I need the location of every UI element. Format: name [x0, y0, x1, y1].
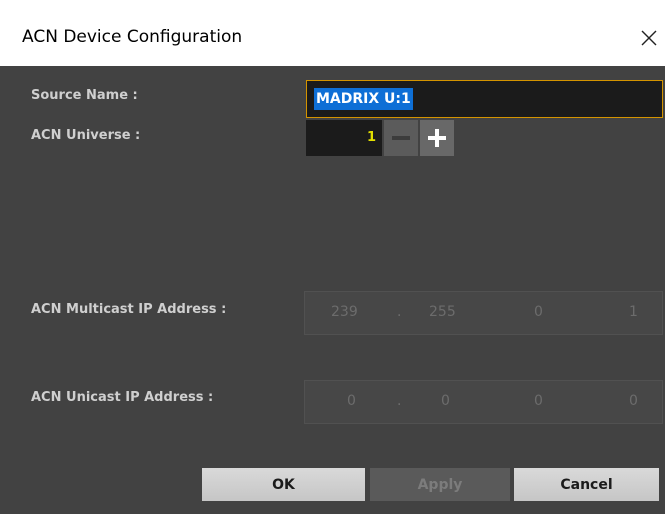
multicast-ip-octet-1: 239	[331, 304, 358, 320]
source-name-label: Source Name :	[31, 88, 138, 103]
cancel-button[interactable]: Cancel	[514, 468, 659, 501]
apply-button[interactable]: Apply	[370, 468, 510, 501]
universe-increment-button[interactable]	[420, 120, 454, 156]
unicast-ip-octet-3: 0	[534, 393, 543, 409]
close-button[interactable]	[633, 22, 665, 54]
source-name-input[interactable]: MADRIX U:1	[306, 80, 663, 118]
multicast-ip-octet-4: 1	[629, 304, 638, 320]
minus-icon	[392, 136, 410, 140]
title-bar: ACN Device Configuration	[0, 0, 665, 66]
unicast-ip-label: ACN Unicast IP Address :	[31, 390, 214, 405]
multicast-ip-octet-3: 0	[534, 304, 543, 320]
multicast-ip-label: ACN Multicast IP Address :	[31, 302, 227, 317]
unicast-ip-field[interactable]: 0 . 0 0 0	[304, 380, 663, 424]
multicast-ip-field[interactable]: 239 . 255 0 1	[304, 291, 663, 335]
ip-separator: .	[397, 304, 402, 320]
ok-button[interactable]: OK	[202, 468, 365, 501]
unicast-ip-octet-1: 0	[347, 393, 356, 409]
plus-icon	[428, 129, 446, 147]
multicast-ip-octet-2: 255	[429, 304, 456, 320]
close-icon	[641, 30, 657, 46]
acn-universe-value: 1	[366, 130, 376, 145]
source-name-value: MADRIX U:1	[314, 88, 413, 110]
ip-separator: .	[397, 393, 402, 409]
unicast-ip-octet-2: 0	[441, 393, 450, 409]
unicast-ip-octet-4: 0	[629, 393, 638, 409]
acn-universe-input[interactable]: 1	[306, 120, 382, 156]
acn-universe-label: ACN Universe :	[31, 128, 141, 143]
window-title: ACN Device Configuration	[22, 27, 243, 47]
universe-decrement-button[interactable]	[384, 120, 418, 156]
